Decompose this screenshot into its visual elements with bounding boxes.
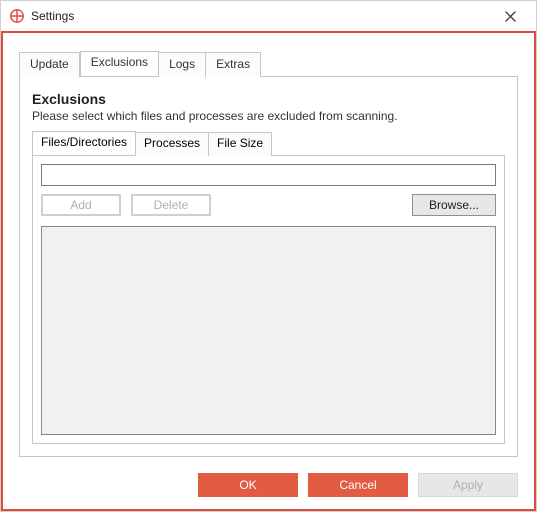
subtab-file-size[interactable]: File Size <box>209 132 272 156</box>
main-tabs: Update Exclusions Logs Extras <box>19 51 518 76</box>
ok-button[interactable]: OK <box>198 473 298 497</box>
add-button: Add <box>41 194 121 216</box>
path-input[interactable] <box>41 164 496 186</box>
tab-update[interactable]: Update <box>19 52 80 77</box>
close-button[interactable] <box>490 2 530 30</box>
delete-button: Delete <box>131 194 211 216</box>
content-frame: Update Exclusions Logs Extras Exclusions… <box>1 31 536 511</box>
tab-logs[interactable]: Logs <box>159 52 206 77</box>
settings-window: Settings Update Exclusions Logs Extras E… <box>0 0 537 512</box>
exclusions-listbox[interactable] <box>41 226 496 435</box>
subtab-processes[interactable]: Processes <box>136 132 209 156</box>
files-directories-panel: Add Delete Browse... <box>32 155 505 444</box>
subtab-files-directories[interactable]: Files/Directories <box>32 131 136 155</box>
exclusion-subtabs: Files/Directories Processes File Size <box>32 131 505 155</box>
browse-button[interactable]: Browse... <box>412 194 496 216</box>
panel-description: Please select which files and processes … <box>32 109 505 123</box>
tab-exclusions[interactable]: Exclusions <box>80 51 159 76</box>
close-icon <box>505 11 516 22</box>
exclusions-panel: Exclusions Please select which files and… <box>19 76 518 457</box>
dialog-footer: OK Cancel Apply <box>3 465 534 509</box>
action-button-row: Add Delete Browse... <box>41 194 496 216</box>
titlebar: Settings <box>1 1 536 31</box>
tab-extras[interactable]: Extras <box>206 52 261 77</box>
spacer <box>221 194 402 216</box>
panel-heading: Exclusions <box>32 91 505 107</box>
cancel-button[interactable]: Cancel <box>308 473 408 497</box>
apply-button: Apply <box>418 473 518 497</box>
app-icon <box>9 8 25 24</box>
window-title: Settings <box>31 9 490 23</box>
